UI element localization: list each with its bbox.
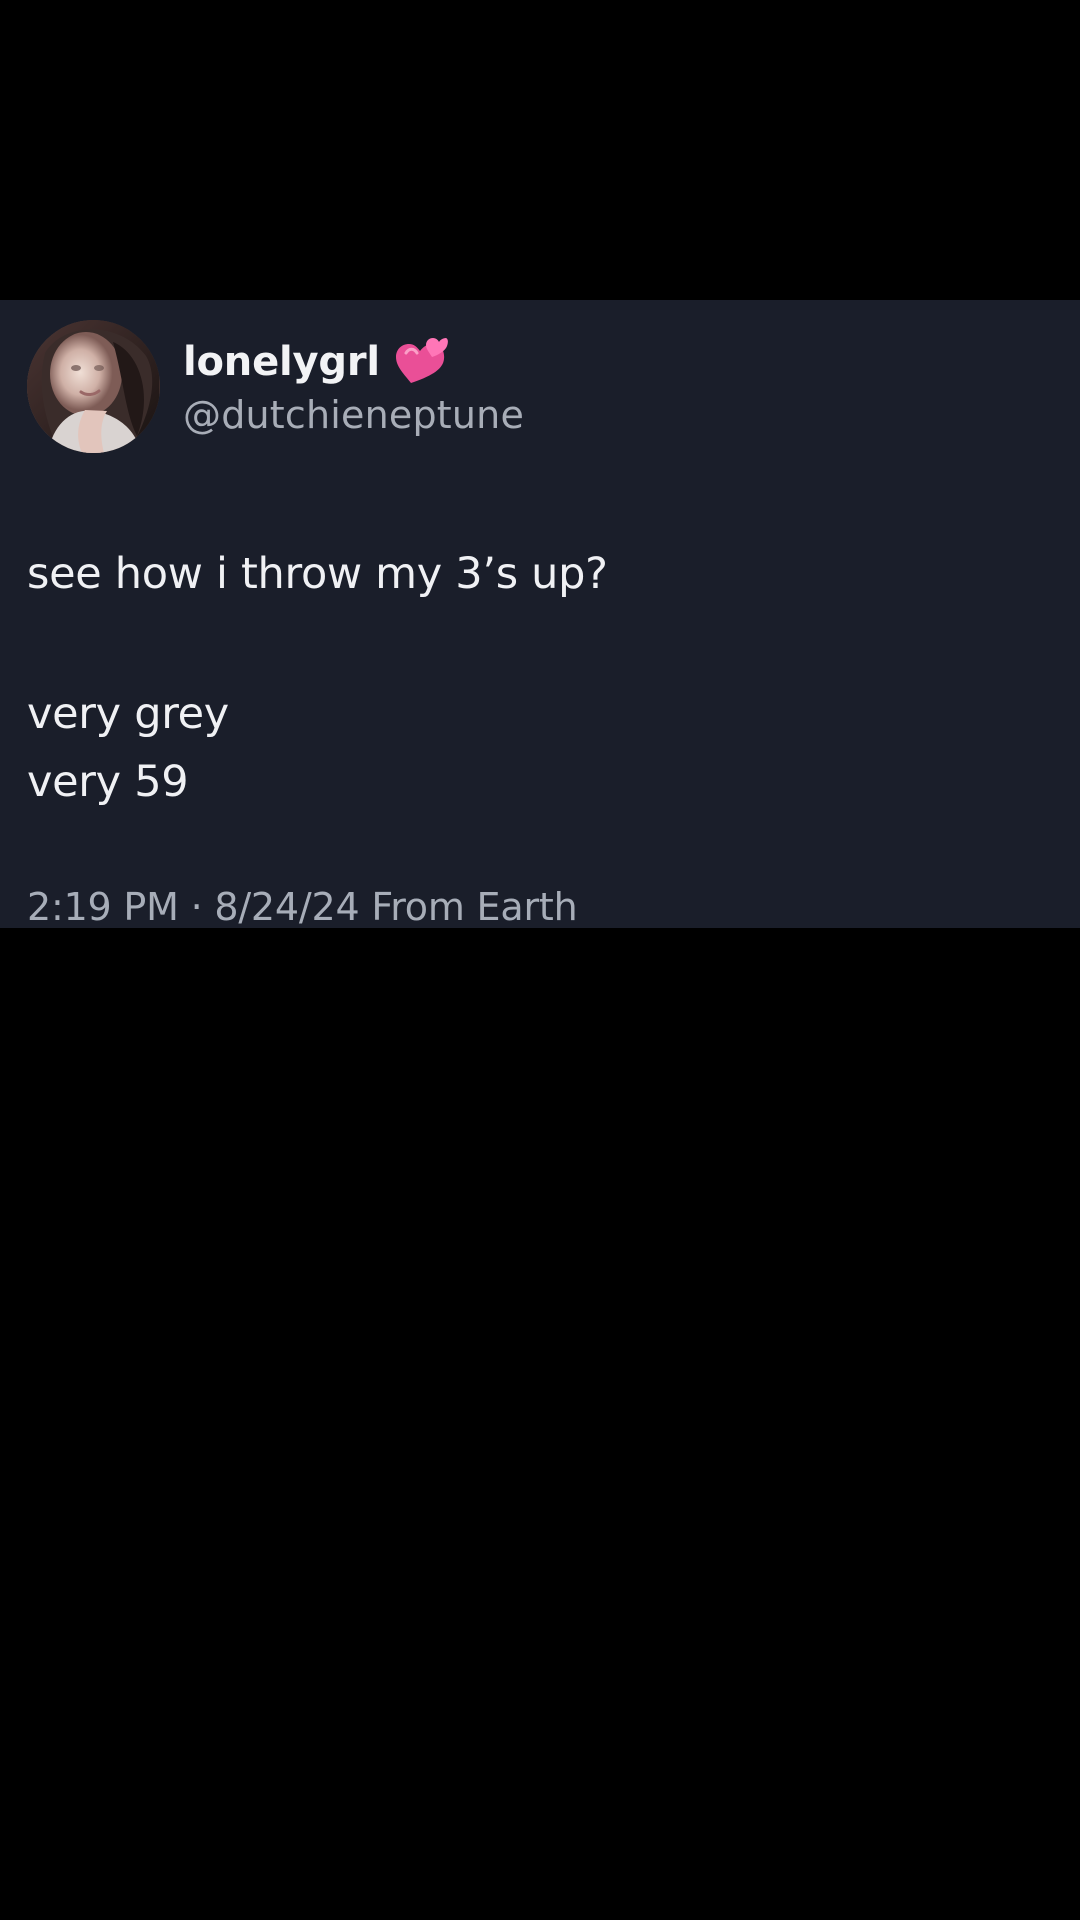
two-hearts-icon <box>395 338 448 383</box>
user-handle[interactable]: @dutchieneptune <box>183 392 524 438</box>
tweet-card: lonelygrl @dutchieneptune see how i thro… <box>0 300 1080 928</box>
tweet-line-3: very 59 <box>27 757 189 807</box>
display-name-row: lonelygrl <box>183 334 448 390</box>
tweet-line-2: very grey <box>27 689 229 739</box>
tweet-paragraph-gap <box>27 608 1047 680</box>
tweet-author-info: lonelygrl @dutchieneptune <box>183 334 1003 444</box>
tweet-timestamp: 2:19 PM · 8/24/24 From Earth <box>27 885 578 928</box>
profile-avatar[interactable] <box>27 320 160 453</box>
tweet-line-1: see how i throw my 3’s up? <box>27 549 608 599</box>
avatar-portrait-icon <box>27 320 160 453</box>
tweet-body: see how i throw my 3’s up? very grey ver… <box>27 540 1047 816</box>
display-name[interactable]: lonelygrl <box>183 338 380 386</box>
screenshot-canvas: lonelygrl @dutchieneptune see how i thro… <box>0 0 1080 1920</box>
